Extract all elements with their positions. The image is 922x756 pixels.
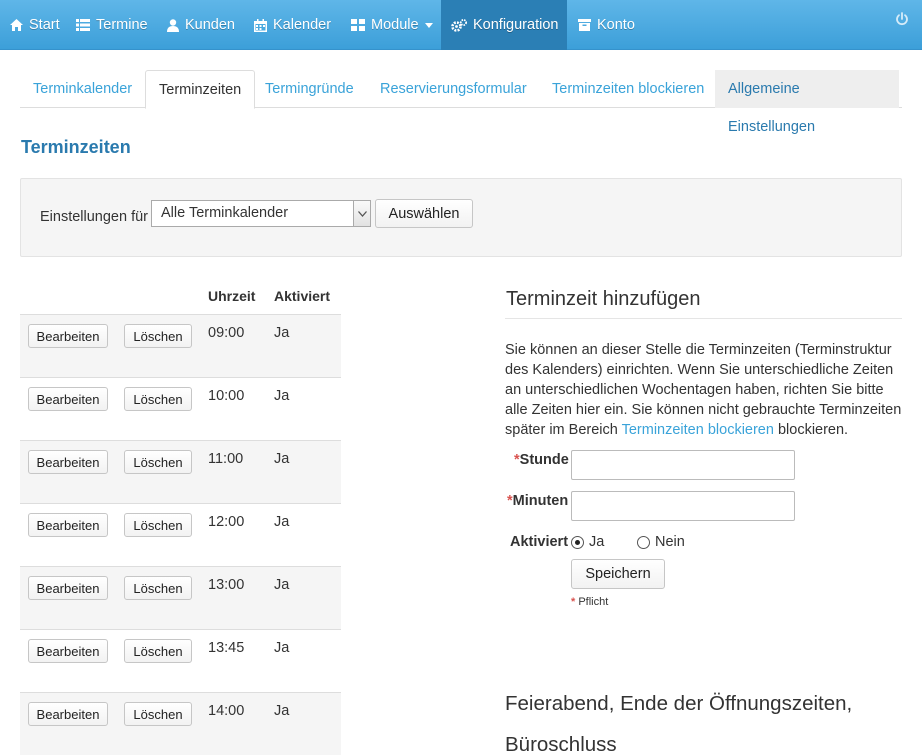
delete-button[interactable]: Löschen (124, 387, 192, 411)
time-cell: 14:00 (208, 703, 245, 719)
closing-time-title-line1: Feierabend, Ende der Öffnungszeiten, (505, 692, 853, 715)
active-label: Aktiviert (510, 534, 569, 550)
edit-button[interactable]: Bearbeiten (28, 450, 108, 474)
radio-no-label[interactable]: Nein (655, 534, 685, 550)
table-row: Bearbeiten Löschen 09:00 Ja (20, 314, 341, 377)
minutes-input[interactable] (571, 491, 795, 521)
delete-button[interactable]: Löschen (124, 324, 192, 348)
time-cell: 13:00 (208, 577, 245, 593)
column-header-time: Uhrzeit (208, 288, 256, 304)
tab-termingruende[interactable]: Termingründe (252, 70, 367, 108)
table-row: Bearbeiten Löschen 11:00 Ja (20, 440, 341, 503)
table-row: Bearbeiten Löschen 13:00 Ja (20, 566, 341, 629)
nav-termine-label: Termine (96, 17, 148, 33)
page-title: Terminzeiten (21, 137, 131, 157)
delete-button[interactable]: Löschen (124, 639, 192, 663)
tab-terminzeiten-blockieren[interactable]: Terminzeiten blockieren (539, 70, 717, 108)
top-navbar: Start Termine Kunden Kalender Module Kon… (0, 0, 922, 50)
settings-for-label: Einstellungen für (40, 209, 149, 225)
active-cell: Ja (274, 577, 290, 593)
nav-start[interactable]: Start (10, 0, 60, 50)
column-header-active: Aktiviert (274, 288, 331, 304)
nav-termine[interactable]: Termine (76, 0, 148, 50)
save-button[interactable]: Speichern (571, 559, 665, 589)
active-cell: Ja (274, 703, 290, 719)
radio-yes-label[interactable]: Ja (589, 534, 604, 550)
description-end: blockieren. (777, 422, 849, 438)
required-note: * Pflicht (571, 596, 608, 608)
calendar-select-value: Alle Terminkalender (161, 205, 289, 221)
caret-down-icon (424, 22, 433, 28)
calendar-select[interactable]: Alle Terminkalender (151, 200, 371, 227)
nav-konto[interactable]: Konto (578, 0, 635, 50)
hour-label-text: Stunde (519, 452, 569, 468)
gears-icon (451, 18, 467, 32)
nav-konfiguration-label: Konfiguration (473, 17, 559, 33)
tab-terminkalender[interactable]: Terminkalender (20, 70, 145, 108)
nav-kalender[interactable]: Kalender (254, 0, 331, 50)
delete-button[interactable]: Löschen (124, 513, 192, 537)
edit-button[interactable]: Bearbeiten (28, 387, 108, 411)
chevron-down-icon (353, 201, 370, 226)
closing-time-title-line2: Büroschluss (505, 733, 617, 756)
archive-icon (578, 19, 591, 31)
time-cell: 13:45 (208, 640, 245, 656)
nav-kalender-label: Kalender (273, 17, 332, 33)
grid-icon (351, 19, 365, 31)
nav-kunden[interactable]: Kunden (167, 0, 235, 50)
active-cell: Ja (274, 514, 290, 530)
minutes-label: *Minuten (507, 493, 568, 509)
active-cell: Ja (274, 640, 290, 656)
table-row: Bearbeiten Löschen 12:00 Ja (20, 503, 341, 566)
radio-active-yes[interactable] (571, 536, 584, 549)
add-time-slot-description: Sie können an dieser Stelle die Terminze… (505, 340, 902, 440)
home-icon (10, 19, 23, 31)
list-icon (76, 19, 90, 31)
nav-konto-label: Konto (597, 17, 635, 33)
active-cell: Ja (274, 325, 290, 341)
required-marker: * (571, 596, 576, 608)
delete-button[interactable]: Löschen (124, 450, 192, 474)
user-icon (167, 18, 179, 32)
time-cell: 10:00 (208, 388, 245, 404)
nav-kunden-label: Kunden (185, 17, 235, 33)
config-tabs: Terminkalender Terminzeiten Termingründe… (20, 70, 902, 135)
edit-button[interactable]: Bearbeiten (28, 324, 108, 348)
table-row: Bearbeiten Löschen 10:00 Ja (20, 377, 341, 440)
tab-reservierungsformular[interactable]: Reservierungsformular (367, 70, 540, 108)
time-cell: 09:00 (208, 325, 245, 341)
required-note-text: Pflicht (578, 596, 609, 608)
edit-button[interactable]: Bearbeiten (28, 576, 108, 600)
edit-button[interactable]: Bearbeiten (28, 639, 108, 663)
nav-start-label: Start (29, 17, 60, 33)
select-calendar-button[interactable]: Auswählen (375, 199, 473, 228)
delete-button[interactable]: Löschen (124, 576, 192, 600)
edit-button[interactable]: Bearbeiten (28, 513, 108, 537)
tab-terminzeiten[interactable]: Terminzeiten (145, 70, 256, 109)
minutes-label-text: Minuten (512, 493, 569, 509)
nav-module-dropdown[interactable]: Module (351, 0, 433, 50)
time-cell: 12:00 (208, 514, 245, 530)
tab-allgemeine-einstellungen[interactable]: Allgemeine Einstellungen (715, 70, 899, 135)
active-cell: Ja (274, 451, 290, 467)
nav-module-label: Module (371, 17, 419, 33)
table-row: Bearbeiten Löschen 13:45 Ja (20, 629, 341, 692)
calendar-settings-well: Einstellungen für Alle Terminkalender Au… (20, 178, 902, 257)
active-cell: Ja (274, 388, 290, 404)
edit-button[interactable]: Bearbeiten (28, 702, 108, 726)
radio-active-no[interactable] (637, 536, 650, 549)
hour-input[interactable] (571, 450, 795, 480)
delete-button[interactable]: Löschen (124, 702, 192, 726)
divider (505, 318, 902, 319)
table-row: Bearbeiten Löschen 14:00 Ja (20, 692, 341, 755)
calendar-icon (254, 18, 267, 32)
blockieren-link[interactable]: Terminzeiten blockieren (622, 422, 774, 438)
power-icon[interactable] (895, 12, 909, 26)
time-cell: 11:00 (208, 451, 244, 467)
nav-konfiguration[interactable]: Konfiguration (441, 0, 567, 50)
hour-label: *Stunde (514, 452, 569, 468)
add-time-slot-title: Terminzeit hinzufügen (506, 288, 701, 310)
